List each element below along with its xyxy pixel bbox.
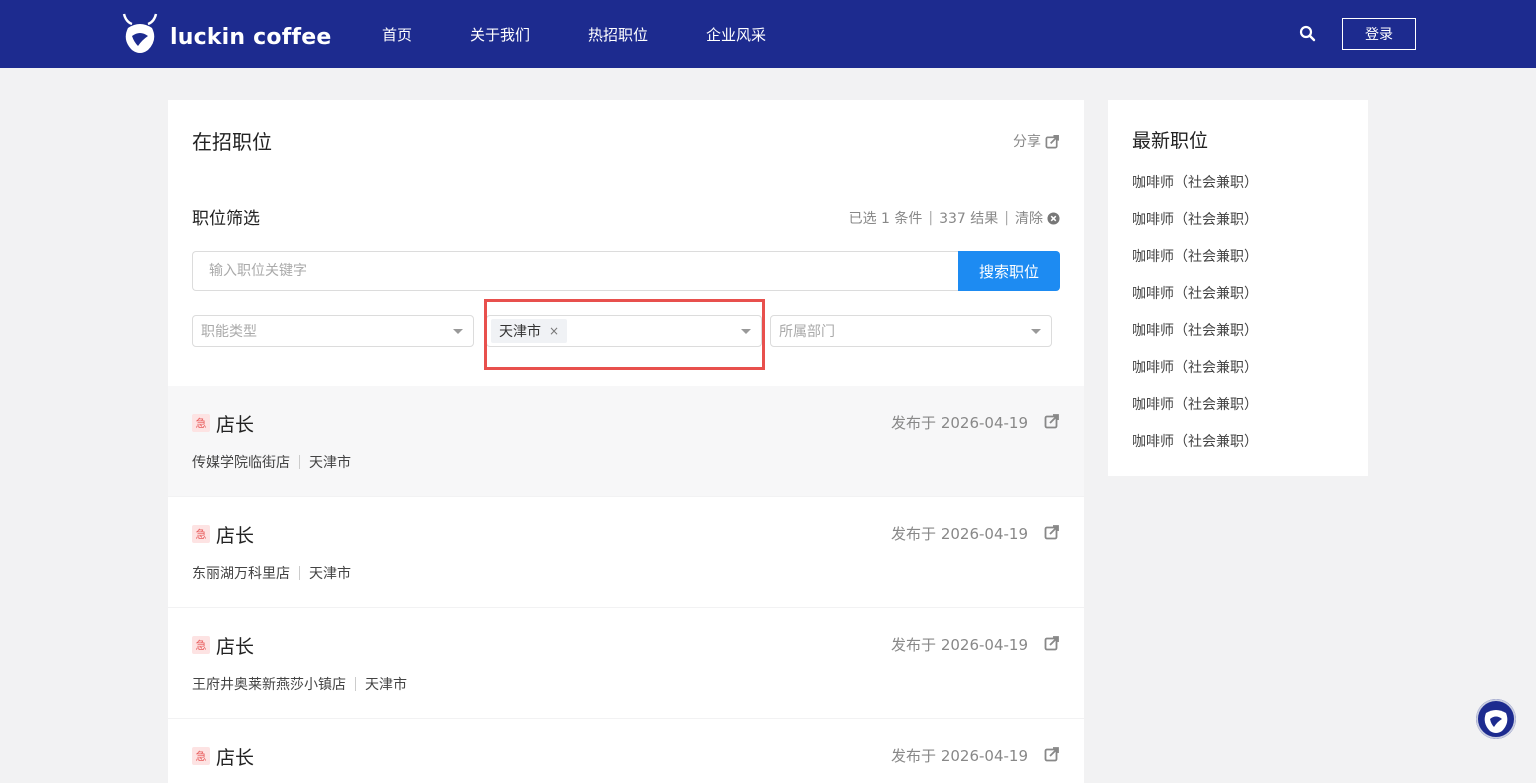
top-nav: luckin coffee 首页 关于我们 热招职位 企业风采 登录 — [0, 0, 1536, 68]
floating-luckin-button[interactable] — [1476, 699, 1516, 739]
job-meta: 东丽湖万科里店 天津市 — [192, 563, 351, 583]
department-select[interactable]: 所属部门 — [770, 315, 1052, 347]
latest-job-link[interactable]: 咖啡师（社会兼职） — [1132, 322, 1258, 359]
job-city: 天津市 — [309, 455, 351, 471]
share-icon[interactable] — [1044, 413, 1060, 429]
latest-jobs-sidebar: 最新职位 咖啡师（社会兼职） 咖啡师（社会兼职） 咖啡师（社会兼职） 咖啡师（社… — [1108, 100, 1368, 476]
share-button[interactable]: 分享 — [1013, 131, 1060, 151]
divider: | — [928, 210, 934, 226]
luckin-logo-icon — [1476, 699, 1516, 739]
job-meta: 传媒学院临街店 天津市 — [192, 452, 351, 472]
function-type-placeholder: 职能类型 — [201, 324, 257, 340]
job-item[interactable]: 急 店长 发布于 2026-04-19 传媒学院临街店 天津市 — [168, 386, 1084, 496]
job-meta: 王府井奥莱新燕莎小镇店 天津市 — [192, 674, 407, 694]
share-label: 分享 — [1013, 134, 1041, 150]
divider — [355, 677, 356, 691]
caret-down-icon — [1031, 329, 1041, 334]
divider — [299, 566, 300, 580]
filter-title: 职位筛选 — [192, 209, 260, 229]
nav-link-hot-jobs[interactable]: 热招职位 — [588, 24, 648, 45]
job-date: 发布于 2026-04-19 — [891, 636, 1028, 654]
job-title: 店长 — [216, 414, 255, 436]
clear-icon — [1047, 211, 1060, 225]
clear-filters-button[interactable]: 清除 — [1015, 208, 1060, 228]
search-row: 搜索职位 — [192, 251, 1060, 291]
job-date: 发布于 2026-04-19 — [891, 414, 1028, 432]
highlight-box — [484, 299, 765, 370]
job-city: 天津市 — [365, 677, 407, 693]
latest-jobs-list: 咖啡师（社会兼职） 咖啡师（社会兼职） 咖啡师（社会兼职） 咖啡师（社会兼职） … — [1132, 174, 1258, 470]
job-store: 传媒学院临街店 — [192, 455, 290, 471]
job-title: 店长 — [216, 525, 255, 547]
main-panel: 在招职位 分享 职位筛选 已选 1 条件 | 337 结果 | 清除 输入职位关… — [168, 100, 1084, 783]
job-city: 天津市 — [309, 566, 351, 582]
job-title: 店长 — [216, 636, 255, 658]
latest-job-link[interactable]: 咖啡师（社会兼职） — [1132, 359, 1258, 396]
latest-job-link[interactable]: 咖啡师（社会兼职） — [1132, 285, 1258, 322]
urgent-badge: 急 — [192, 414, 210, 432]
divider: | — [1004, 210, 1009, 226]
urgent-badge: 急 — [192, 525, 210, 543]
search-jobs-button[interactable]: 搜索职位 — [958, 251, 1060, 291]
divider — [299, 455, 300, 469]
urgent-badge: 急 — [192, 747, 210, 765]
latest-job-link[interactable]: 咖啡师（社会兼职） — [1132, 211, 1258, 248]
selected-count: 已选 1 条件 — [848, 211, 923, 227]
job-store: 王府井奥莱新燕莎小镇店 — [192, 677, 346, 693]
urgent-badge: 急 — [192, 636, 210, 654]
share-icon[interactable] — [1044, 746, 1060, 762]
job-keyword-input[interactable] — [192, 251, 960, 291]
latest-job-link[interactable]: 咖啡师（社会兼职） — [1132, 396, 1258, 433]
department-placeholder: 所属部门 — [779, 324, 835, 340]
function-type-select[interactable]: 职能类型 — [192, 315, 474, 347]
nav-link-home[interactable]: 首页 — [382, 24, 412, 45]
share-icon[interactable] — [1044, 635, 1060, 651]
job-title: 店长 — [216, 747, 255, 769]
job-item[interactable]: 急 店长 发布于 2026-04-19 — [168, 719, 1084, 783]
search-icon[interactable] — [1298, 24, 1318, 44]
brand-logo[interactable]: luckin coffee — [118, 10, 331, 58]
job-store: 东丽湖万科里店 — [192, 566, 290, 582]
login-button[interactable]: 登录 — [1342, 18, 1416, 50]
nav-links: 首页 关于我们 热招职位 企业风采 — [382, 0, 824, 68]
job-date: 发布于 2026-04-19 — [891, 747, 1028, 765]
share-icon — [1045, 134, 1059, 148]
page-title: 在招职位 — [192, 130, 272, 154]
job-item[interactable]: 急 店长 发布于 2026-04-19 王府井奥莱新燕莎小镇店 天津市 — [168, 608, 1084, 718]
nav-link-about[interactable]: 关于我们 — [470, 24, 530, 45]
job-date: 发布于 2026-04-19 — [891, 525, 1028, 543]
job-item[interactable]: 急 店长 发布于 2026-04-19 东丽湖万科里店 天津市 — [168, 497, 1084, 607]
clear-label: 清除 — [1015, 211, 1043, 227]
luckin-logo-icon — [122, 13, 158, 53]
latest-job-link[interactable]: 咖啡师（社会兼职） — [1132, 248, 1258, 285]
caret-down-icon — [453, 329, 463, 334]
latest-job-link[interactable]: 咖啡师（社会兼职） — [1132, 174, 1258, 211]
result-count: 337 结果 — [939, 211, 999, 227]
latest-job-link[interactable]: 咖啡师（社会兼职） — [1132, 433, 1258, 470]
nav-link-culture[interactable]: 企业风采 — [706, 24, 766, 45]
brand-name: luckin coffee — [170, 24, 332, 50]
share-icon[interactable] — [1044, 524, 1060, 540]
filter-summary: 已选 1 条件 | 337 结果 | 清除 — [849, 208, 1060, 228]
filter-card: 在招职位 分享 职位筛选 已选 1 条件 | 337 结果 | 清除 输入职位关… — [168, 100, 1084, 386]
sidebar-title: 最新职位 — [1132, 130, 1209, 152]
